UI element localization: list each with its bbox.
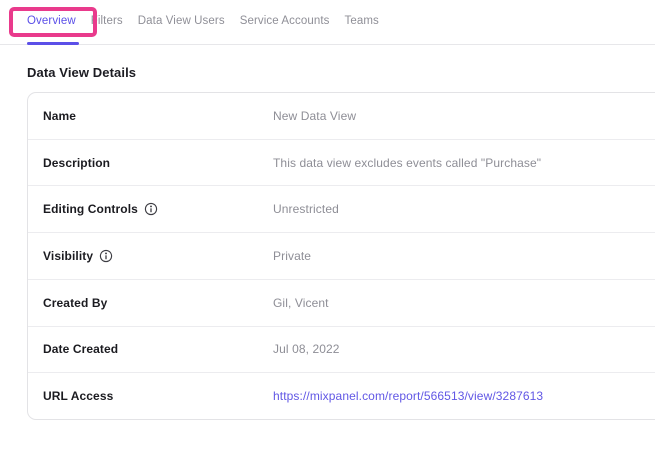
table-row-visibility: Visibility Private	[28, 232, 655, 279]
tab-data-view-users[interactable]: Data View Users	[138, 15, 225, 27]
tab-service-accounts[interactable]: Service Accounts	[240, 15, 330, 27]
table-row-editing-controls: Editing Controls Unrestricted	[28, 185, 655, 232]
row-value: This data view excludes events called "P…	[273, 156, 655, 170]
info-icon[interactable]	[99, 249, 113, 263]
row-value: https://mixpanel.com/report/566513/view/…	[273, 389, 655, 403]
data-view-details-card: Name New Data View Description This data…	[27, 92, 655, 420]
row-label-text: Description	[43, 156, 110, 170]
row-value: Unrestricted	[273, 202, 655, 216]
row-label: Date Created	[43, 342, 273, 356]
active-tab-indicator	[27, 42, 79, 45]
row-label: Created By	[43, 296, 273, 310]
page-title: Data View Details	[27, 65, 136, 80]
row-label: Name	[43, 109, 273, 123]
row-label-text: Created By	[43, 296, 107, 310]
url-access-link[interactable]: https://mixpanel.com/report/566513/view/…	[273, 389, 543, 403]
info-icon[interactable]	[144, 202, 158, 216]
table-row-date-created: Date Created Jul 08, 2022	[28, 326, 655, 373]
row-value: Jul 08, 2022	[273, 342, 655, 356]
row-label-text: Name	[43, 109, 76, 123]
row-value: Private	[273, 249, 655, 263]
table-row-url-access: URL Access https://mixpanel.com/report/5…	[28, 372, 655, 419]
row-label: Visibility	[43, 249, 273, 263]
tab-filters[interactable]: Filters	[91, 15, 123, 27]
tab-teams[interactable]: Teams	[345, 15, 379, 27]
row-label-text: Visibility	[43, 249, 93, 263]
tab-bar: Overview Filters Data View Users Service…	[0, 0, 655, 45]
table-row-created-by: Created By Gil, Vicent	[28, 279, 655, 326]
row-label-text: URL Access	[43, 389, 113, 403]
row-value: New Data View	[273, 109, 655, 123]
row-label-text: Date Created	[43, 342, 118, 356]
tab-overview[interactable]: Overview	[27, 15, 76, 27]
row-label: Description	[43, 156, 273, 170]
tab-list: Overview Filters Data View Users Service…	[0, 0, 655, 27]
table-row-name: Name New Data View	[28, 93, 655, 139]
row-label: Editing Controls	[43, 202, 273, 216]
row-label: URL Access	[43, 389, 273, 403]
table-row-description: Description This data view excludes even…	[28, 139, 655, 186]
row-value: Gil, Vicent	[273, 296, 655, 310]
row-label-text: Editing Controls	[43, 202, 138, 216]
